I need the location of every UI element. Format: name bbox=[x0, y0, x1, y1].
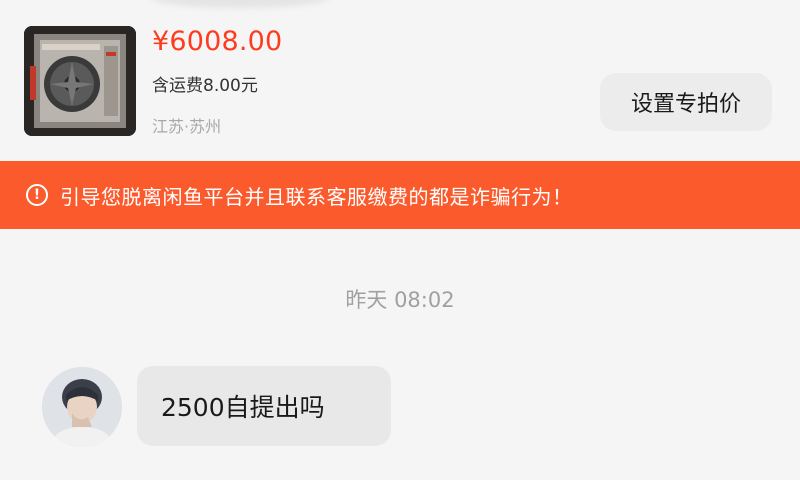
message-bubble[interactable]: 2500自提出吗 bbox=[137, 366, 391, 446]
product-card[interactable]: ¥6008.00 含运费8.00元 江苏·苏州 设置专拍价 bbox=[0, 0, 800, 160]
shipping-fee: 含运费8.00元 bbox=[152, 76, 258, 96]
user-avatar-image bbox=[42, 367, 122, 447]
set-exclusive-price-button[interactable]: 设置专拍价 bbox=[600, 73, 772, 131]
product-image bbox=[24, 26, 136, 136]
message-text: 2500自提出吗 bbox=[161, 393, 325, 422]
avatar[interactable] bbox=[42, 367, 122, 447]
message-timestamp: 昨天 08:02 bbox=[345, 288, 455, 312]
seller-location: 江苏·苏州 bbox=[152, 117, 222, 136]
warning-banner: ! 引导您脱离闲鱼平台并且联系客服缴费的都是诈骗行为！ bbox=[0, 161, 800, 229]
product-price: ¥6008.00 bbox=[152, 26, 283, 57]
warning-text: 引导您脱离闲鱼平台并且联系客服缴费的都是诈骗行为！ bbox=[60, 184, 573, 209]
product-thumbnail[interactable] bbox=[24, 26, 136, 136]
warning-circle-icon: ! bbox=[26, 184, 48, 206]
